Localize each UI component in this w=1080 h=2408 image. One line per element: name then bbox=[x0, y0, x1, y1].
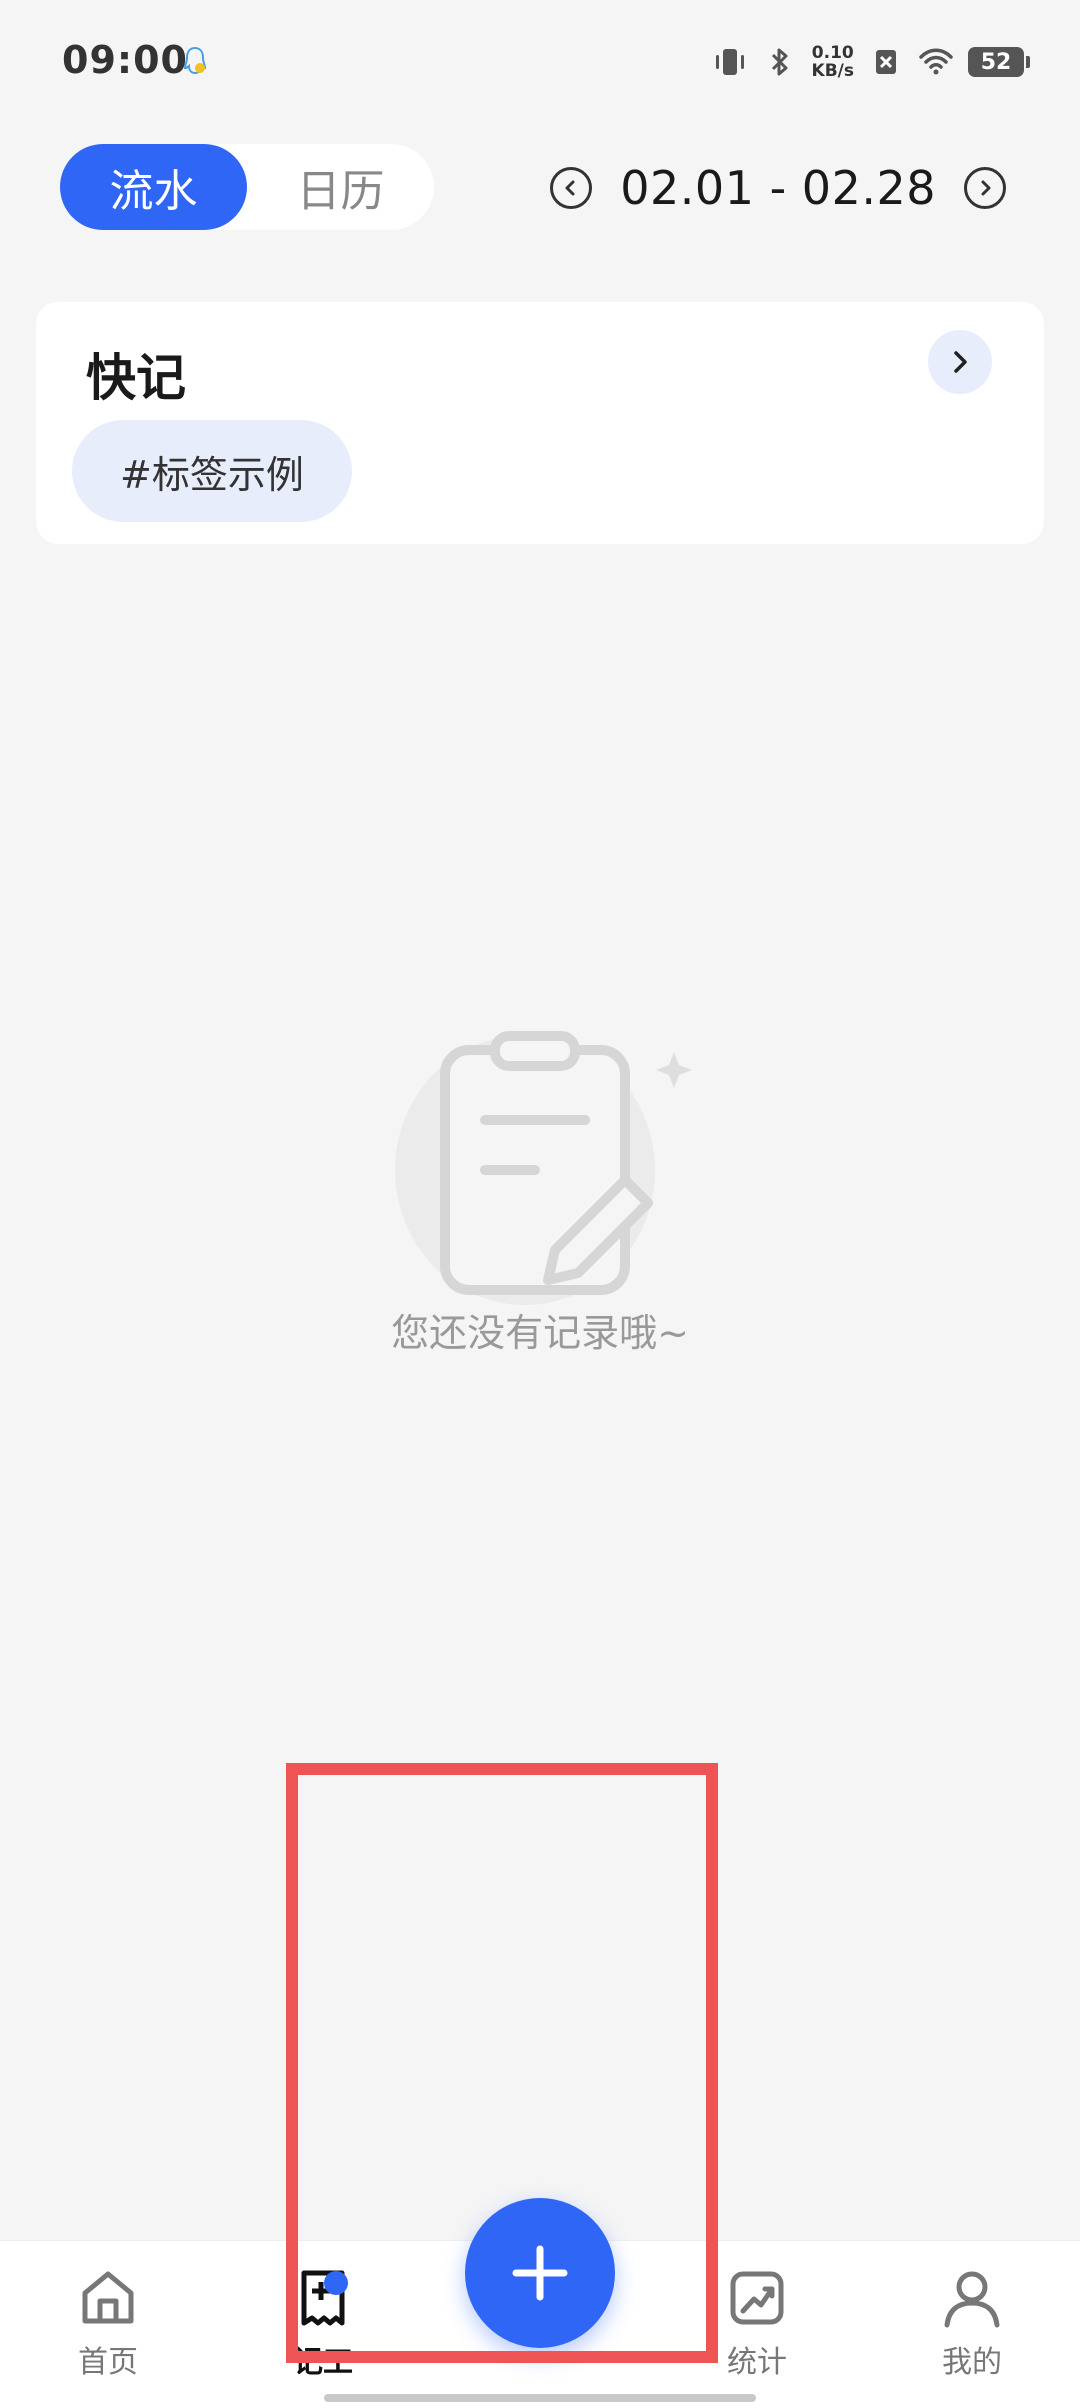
prev-month-button[interactable] bbox=[550, 167, 593, 209]
home-indicator[interactable] bbox=[324, 2394, 756, 2402]
nav-item-profile[interactable]: 我的 bbox=[897, 2265, 1047, 2381]
nav-item-stats[interactable]: 统计 bbox=[682, 2265, 832, 2381]
nav-item-record[interactable]: 记工 bbox=[248, 2265, 398, 2381]
app-screen: 09:00 0.10 KB/s 52 流水 日历 02.01 - 02.28 快… bbox=[0, 0, 1080, 2408]
chevron-right-icon bbox=[981, 180, 991, 196]
date-range-text: 02.01 - 02.28 bbox=[620, 161, 936, 215]
next-month-button[interactable] bbox=[964, 167, 1006, 209]
stats-icon bbox=[730, 2271, 784, 2325]
nav-label-stats: 统计 bbox=[727, 2345, 787, 2380]
chevron-left-icon bbox=[565, 180, 575, 196]
quick-note-title: 快记 bbox=[86, 349, 186, 407]
chevron-right-icon bbox=[954, 351, 967, 373]
net-speed-unit: KB/s bbox=[811, 61, 854, 81]
status-bar: 09:00 0.10 KB/s 52 bbox=[0, 0, 1080, 120]
home-icon bbox=[82, 2271, 134, 2324]
quick-note-more-button[interactable] bbox=[928, 330, 992, 394]
clipboard-edit-icon bbox=[395, 1031, 692, 1305]
record-icon bbox=[301, 2270, 348, 2326]
tag-chip[interactable]: #标签示例 bbox=[72, 420, 352, 522]
status-time: 09:00 bbox=[62, 38, 188, 82]
nav-label-home: 首页 bbox=[78, 2345, 138, 2380]
bluetooth-icon bbox=[771, 48, 788, 76]
empty-state-message: 您还没有记录哦~ bbox=[391, 1311, 689, 1355]
wifi-icon bbox=[919, 48, 953, 75]
vibrate-icon bbox=[715, 49, 744, 75]
date-range-selector: 02.01 - 02.28 bbox=[550, 150, 1006, 226]
add-record-button[interactable] bbox=[465, 2198, 615, 2348]
nav-label-record: 记工 bbox=[293, 2345, 353, 2380]
battery-icon: 52 bbox=[968, 47, 1030, 77]
tab-flow[interactable]: 流水 bbox=[60, 144, 247, 230]
nav-item-home[interactable]: 首页 bbox=[33, 2265, 183, 2381]
view-toggle: 流水 日历 bbox=[60, 144, 434, 230]
network-speed: 0.10 KB/s bbox=[812, 44, 854, 80]
qq-notification-icon bbox=[183, 46, 207, 75]
tab-calendar[interactable]: 日历 bbox=[247, 144, 434, 230]
plus-icon bbox=[512, 2245, 568, 2301]
status-icons: 0.10 KB/s 52 bbox=[712, 40, 1030, 84]
nav-label-profile: 我的 bbox=[942, 2345, 1002, 2380]
no-sim-icon bbox=[876, 50, 896, 74]
profile-icon bbox=[944, 2271, 1000, 2328]
net-speed-value: 0.10 bbox=[811, 43, 854, 63]
quick-note-card: 快记 #标签示例 bbox=[36, 302, 1044, 544]
